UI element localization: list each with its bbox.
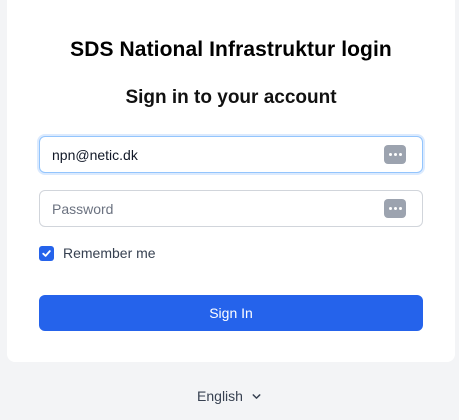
login-card: SDS National Infrastruktur login Sign in…	[7, 0, 455, 362]
password-manager-key-icon[interactable]	[384, 145, 406, 164]
page-subtitle: Sign in to your account	[125, 87, 337, 108]
language-label: English	[197, 388, 243, 404]
sign-in-button[interactable]: Sign In	[39, 295, 423, 331]
language-selector[interactable]: English	[0, 388, 459, 404]
email-field[interactable]	[39, 136, 423, 173]
chevron-down-icon	[252, 393, 261, 399]
password-field[interactable]	[39, 190, 423, 227]
remember-me-checkbox[interactable]	[39, 245, 54, 261]
password-manager-key-icon[interactable]	[384, 199, 406, 218]
checkmark-icon	[42, 249, 51, 257]
page-title: SDS National Infrastruktur login	[70, 38, 392, 61]
remember-me-option[interactable]: Remember me	[39, 245, 156, 261]
remember-me-label: Remember me	[63, 245, 156, 261]
